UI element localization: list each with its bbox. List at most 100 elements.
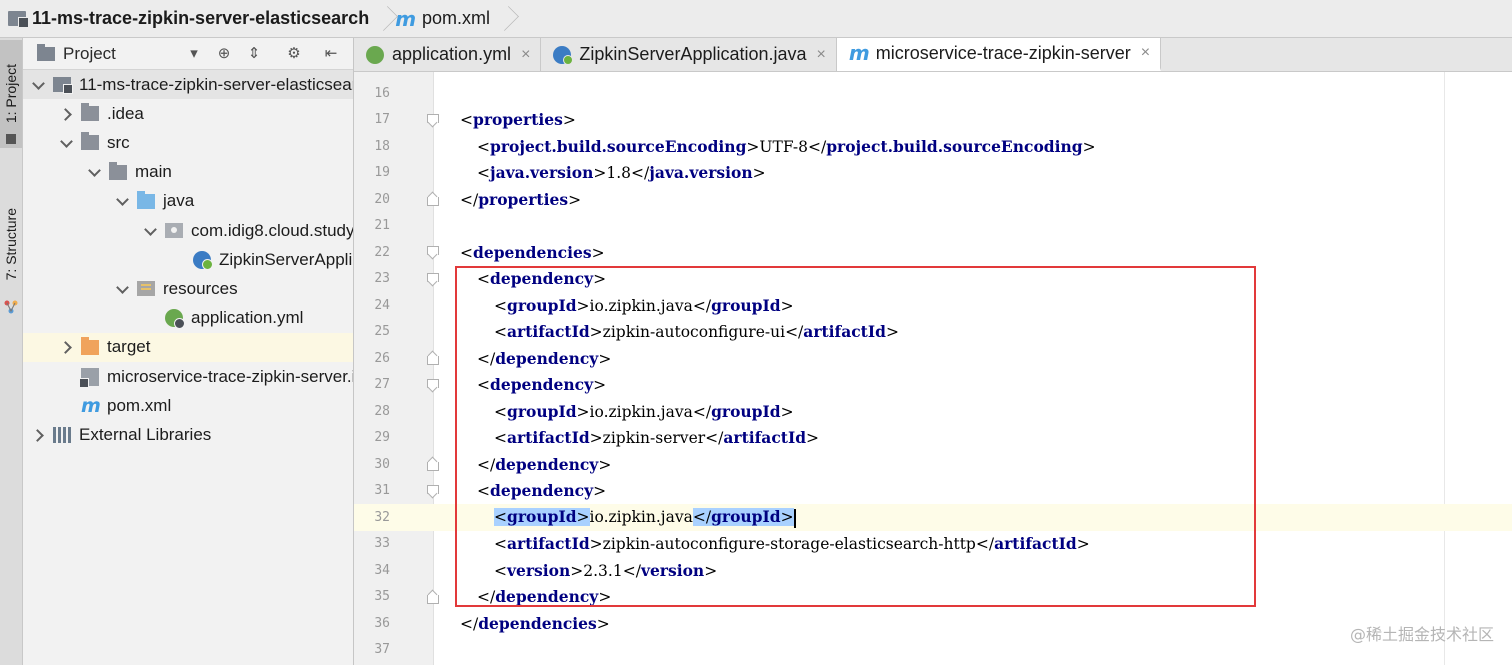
chevron-down-icon[interactable] [59, 136, 73, 150]
tag-bracket: > [598, 349, 612, 368]
tool-tab-structure-label: 7: Structure [3, 207, 19, 281]
tag-bracket: > [885, 323, 899, 342]
xml-tag-name: version [640, 560, 705, 580]
code-text: <groupId>io.zipkin.java</groupId> [494, 402, 794, 421]
editor-tab[interactable]: ZipkinServerApplication.java × [541, 38, 837, 71]
tag-bracket: < [494, 561, 507, 580]
hide-panel-icon[interactable]: ⇤ [322, 45, 340, 63]
code-text: <artifactId>zipkin-server</artifactId> [494, 428, 819, 447]
tree-item[interactable]: application.yml [23, 304, 353, 333]
code-line: 22 <dependencies> [354, 239, 1512, 266]
fold-end-icon[interactable] [426, 192, 440, 206]
tag-bracket: </ [477, 349, 496, 368]
tag-bracket: > [591, 243, 605, 262]
tree-item[interactable]: microservice-trace-zipkin-server.iml [23, 362, 353, 391]
xml-tag-name: groupId [507, 295, 577, 315]
close-icon[interactable]: × [1141, 44, 1150, 62]
xml-open-tag: <groupId> [494, 295, 590, 315]
spring-icon [165, 309, 185, 330]
folder-res-icon [137, 281, 155, 297]
tag-bracket: </ [622, 561, 641, 580]
line-number: 23 [374, 271, 390, 287]
breadcrumb-project[interactable]: 11-ms-trace-zipkin-server-elasticsearch [0, 0, 375, 37]
tag-bracket: > [593, 482, 607, 501]
xml-tag-name: artifactId [507, 534, 590, 554]
fold-start-icon[interactable] [426, 484, 440, 498]
project-icon [53, 77, 73, 94]
code-line: 29 <artifactId>zipkin-server</artifactId> [354, 425, 1512, 452]
chevron-down-icon[interactable] [115, 194, 129, 208]
tree-item[interactable]: m pom.xml [23, 391, 353, 420]
fold-end-icon[interactable] [426, 457, 440, 471]
close-icon[interactable]: × [817, 46, 826, 64]
tree-item[interactable]: .idea [23, 99, 353, 128]
chevron-right-icon[interactable] [31, 428, 45, 442]
tree-item-label: ZipkinServerApplication [219, 249, 353, 269]
tag-bracket: < [477, 482, 490, 501]
tree-item-label: resources [163, 278, 238, 298]
maven-file-icon: m [395, 6, 417, 31]
tree-item[interactable]: java [23, 187, 353, 216]
tag-bracket: > [1082, 137, 1096, 156]
code-text: <groupId>io.zipkin.java</groupId> [494, 296, 794, 315]
tool-window-strip: 1: Project 7: Structure [0, 38, 23, 665]
tag-bracket: > [593, 270, 607, 289]
chevron-down-icon[interactable] [115, 282, 129, 296]
tag-bracket: > [780, 402, 794, 421]
fold-end-icon[interactable] [426, 590, 440, 604]
fold-start-icon[interactable] [426, 272, 440, 286]
line-number: 18 [374, 138, 390, 154]
chevron-right-icon[interactable] [59, 107, 73, 121]
chevron-down-icon[interactable] [87, 165, 101, 179]
folder-grey-icon [109, 161, 127, 180]
xml-tag-name: groupId [711, 507, 781, 526]
navigation-breadcrumb: 11-ms-trace-zipkin-server-elasticsearch … [0, 0, 1512, 38]
tag-bracket: > [598, 455, 612, 474]
chevron-down-icon[interactable]: ▾ [185, 45, 203, 63]
tree-item[interactable]: resources [23, 274, 353, 303]
editor-tab[interactable]: m microservice-trace-zipkin-server × [836, 38, 1162, 71]
editor-tab[interactable]: application.yml × [354, 38, 542, 71]
tree-item[interactable]: src [23, 128, 353, 157]
tool-tab-project[interactable]: 1: Project [0, 40, 22, 148]
code-editor[interactable]: 16 17 <properties> 18 <project.build.sourceE… [354, 72, 1512, 665]
tree-item[interactable]: target [23, 332, 353, 362]
xml-open-tag: <java.version> [477, 163, 606, 182]
close-icon[interactable]: × [521, 46, 530, 64]
fold-start-icon[interactable] [426, 245, 440, 259]
tree-item[interactable]: External Libraries [23, 420, 353, 449]
code-text: <java.version>1.8</java.version> [477, 163, 766, 182]
chevron-down-icon[interactable] [31, 78, 45, 92]
code-text: <dependency> [477, 481, 606, 500]
chevron-down-icon[interactable] [143, 224, 157, 238]
tag-bracket: > [752, 164, 766, 183]
xml-tag-name: properties [473, 110, 563, 130]
tree-item[interactable]: com.idig8.cloud.study [23, 216, 353, 245]
tree-item[interactable]: ZipkinServerApplication [23, 245, 353, 274]
xml-text: 1.8 [606, 164, 632, 183]
tree-item[interactable]: main [23, 158, 353, 187]
xml-tag-name: artifactId [507, 428, 590, 448]
tool-tab-structure[interactable]: 7: Structure [0, 188, 22, 300]
project-view-selector[interactable]: Project [63, 44, 116, 64]
tag-bracket: > [806, 429, 820, 448]
breadcrumb-file[interactable]: m pom.xml [389, 0, 496, 37]
folder-blue-icon [137, 190, 155, 209]
line-number: 37 [374, 642, 390, 658]
fold-start-icon[interactable] [426, 113, 440, 127]
folder-grey-icon [81, 103, 99, 122]
collapse-all-icon[interactable]: ⇕ [245, 45, 263, 63]
chevron-right-icon[interactable] [59, 340, 73, 354]
tree-item[interactable]: 11-ms-trace-zipkin-server-elasticsearch [23, 70, 353, 99]
project-tool-icon [6, 134, 16, 144]
code-line: 32 <groupId>io.zipkin.java</groupId> [354, 504, 1512, 531]
tag-bracket: </ [692, 508, 712, 526]
code-line: 36 </dependencies> [354, 610, 1512, 637]
code-line: 34 <version>2.3.1</version> [354, 557, 1512, 584]
xml-tag-name: artifactId [803, 322, 886, 342]
gear-icon[interactable]: ⚙ [285, 45, 303, 63]
tree-item-label: java [163, 191, 195, 211]
fold-end-icon[interactable] [426, 351, 440, 365]
fold-start-icon[interactable] [426, 378, 440, 392]
locate-file-icon[interactable]: ⊕ [215, 45, 233, 63]
